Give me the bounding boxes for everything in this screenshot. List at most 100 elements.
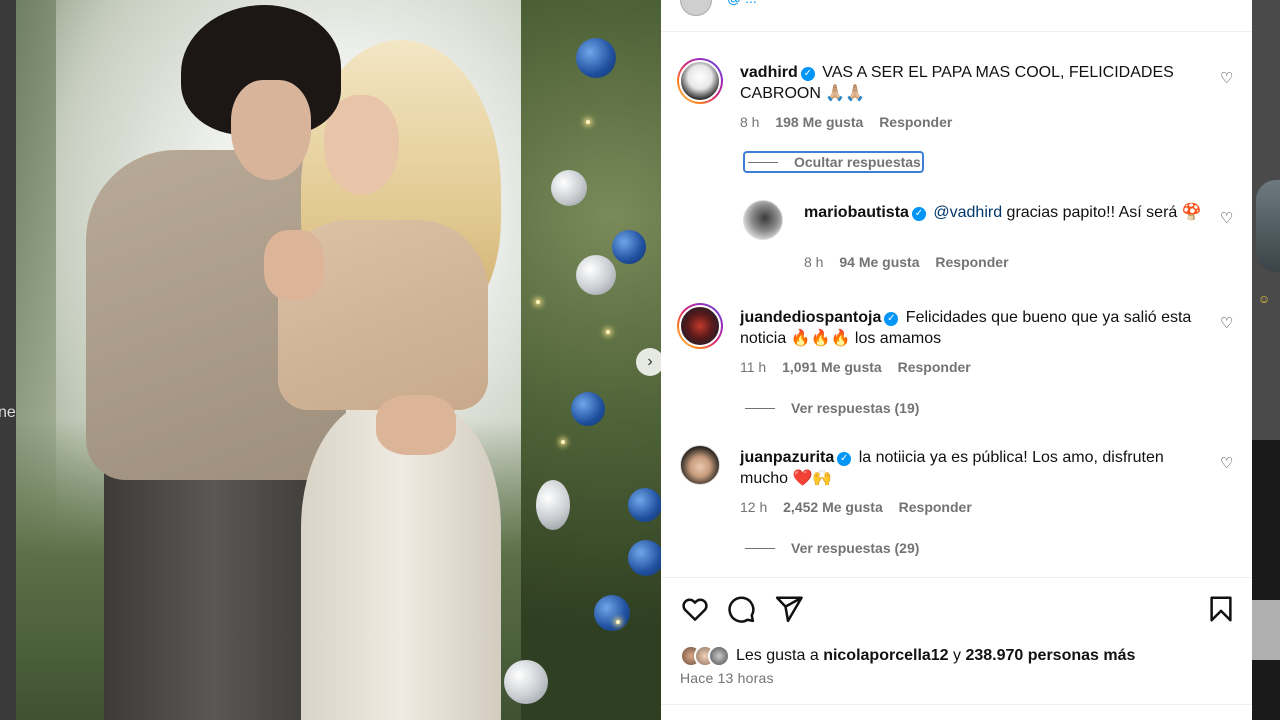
hand	[264, 230, 324, 300]
comment-body: juandediospantoja ✓ Felicidades que bueno…	[740, 307, 1210, 349]
comment-likes[interactable]: 2,452 Me gusta	[783, 499, 883, 515]
backdrop-left	[0, 0, 16, 720]
ornament	[576, 38, 616, 78]
ornament	[571, 392, 605, 426]
tree-light	[536, 300, 540, 304]
save-button[interactable]	[1206, 594, 1236, 624]
reply-button[interactable]: Responder	[935, 254, 1008, 270]
ornament	[551, 170, 587, 206]
ornament	[536, 480, 570, 530]
reply-button[interactable]: Responder	[899, 499, 972, 515]
man-face	[231, 80, 311, 180]
heart-icon	[682, 598, 708, 621]
dash	[748, 161, 778, 163]
verified-icon: ✓	[800, 67, 815, 81]
backdrop-light-area	[1252, 600, 1280, 660]
reply-button[interactable]: Responder	[879, 114, 952, 130]
heart-icon: ♡	[1220, 315, 1234, 332]
comment-body: juanpazurita ✓ la notiicia ya es pública!…	[740, 447, 1210, 489]
heart-icon: ♡	[1220, 70, 1234, 87]
comment-username[interactable]: juandediospantoja	[740, 309, 881, 326]
comment-like-button[interactable]: ♡	[1220, 209, 1233, 227]
tree-light	[586, 120, 590, 124]
tree-light	[561, 440, 565, 444]
likes-count[interactable]: 238.970 personas más	[965, 647, 1135, 664]
comment-likes[interactable]: 94 Me gusta	[839, 254, 919, 270]
comment-meta: 11 h 1,091 Me gusta Responder	[740, 359, 983, 375]
likes-prefix: Les gusta a	[736, 647, 819, 664]
comment-body: vadhird ✓ VAS A SER EL PAPA MAS COOL, FEL…	[740, 62, 1210, 104]
comment-meta: 8 h 198 Me gusta Responder	[740, 114, 964, 130]
ornament	[628, 488, 661, 522]
comment-like-button[interactable]: ♡	[1220, 314, 1233, 332]
comment-time[interactable]: 11 h	[740, 359, 766, 375]
ornament	[628, 540, 661, 576]
comment-meta: 8 h 94 Me gusta Responder	[804, 254, 1021, 270]
view-replies-toggle[interactable]: Ver respuestas (19)	[745, 400, 919, 416]
likes-summary[interactable]: Les gusta a nicolaporcella12 y 238.970 p…	[680, 644, 1135, 668]
comment-username[interactable]: juanpazurita	[740, 449, 834, 466]
replies-toggle-label: Ver respuestas (29)	[791, 540, 920, 556]
comment-like-button[interactable]: ♡	[1220, 454, 1233, 472]
backdrop-avatar	[1256, 180, 1280, 272]
comment-time[interactable]: 12 h	[740, 499, 767, 515]
avatar	[680, 0, 712, 16]
heart-icon: ♡	[1220, 210, 1234, 227]
comment-likes[interactable]: 198 Me gusta	[775, 114, 863, 130]
tree-light	[606, 330, 610, 334]
comment-like-button[interactable]: ♡	[1220, 69, 1233, 87]
hand	[376, 395, 456, 455]
send-icon	[775, 596, 803, 623]
backdrop-right: ☺	[1252, 0, 1280, 720]
ornament	[504, 660, 548, 704]
dash	[745, 547, 775, 549]
top-partial-text: @ ...	[727, 0, 757, 6]
likes-text: Les gusta a nicolaporcella12 y 238.970 p…	[736, 647, 1135, 665]
action-bar	[680, 594, 1236, 624]
comment-text: gracias papito!! Así será 🍄	[1006, 204, 1202, 221]
comment-button[interactable]	[726, 594, 756, 624]
heart-icon: ♡	[1220, 455, 1234, 472]
post-timestamp[interactable]: Hace 13 horas	[680, 670, 774, 686]
hide-replies-toggle[interactable]: Ocultar respuestas	[743, 151, 924, 173]
verified-icon: ✓	[837, 452, 852, 466]
comment-username[interactable]: vadhird	[740, 64, 798, 81]
woman-face	[324, 95, 399, 195]
avatar	[708, 645, 730, 667]
comment-meta: 12 h 2,452 Me gusta Responder	[740, 499, 984, 515]
reply-button[interactable]: Responder	[898, 359, 971, 375]
tree-light	[616, 620, 620, 624]
backdrop-dark-area	[1252, 440, 1280, 720]
comment-time[interactable]: 8 h	[804, 254, 823, 270]
comment-icon	[728, 596, 755, 623]
bookmark-icon	[1210, 596, 1232, 622]
ornament	[594, 595, 630, 631]
avatar[interactable]	[677, 58, 723, 104]
ornament	[612, 230, 646, 264]
likes-user[interactable]: nicolaporcella12	[823, 647, 948, 664]
like-button[interactable]	[680, 594, 710, 624]
verified-icon: ✓	[884, 312, 899, 326]
divider	[661, 31, 1252, 32]
avatar[interactable]	[677, 303, 723, 349]
divider	[661, 704, 1252, 705]
avatar[interactable]	[680, 445, 720, 485]
likes-middle: y	[953, 647, 962, 664]
next-photo-button[interactable]: ›	[636, 348, 661, 376]
chevron-right-icon: ›	[647, 353, 653, 370]
ornament	[576, 255, 616, 295]
mention-link[interactable]: @vadhird	[933, 204, 1002, 221]
man-trousers	[104, 470, 324, 720]
comment-time[interactable]: 8 h	[740, 114, 759, 130]
comment-username[interactable]: mariobautista	[804, 204, 909, 221]
replies-toggle-label: Ocultar respuestas	[794, 154, 921, 170]
replies-toggle-label: Ver respuestas (19)	[791, 400, 920, 416]
view-replies-toggle[interactable]: Ver respuestas (29)	[745, 540, 919, 556]
comment-likes[interactable]: 1,091 Me gusta	[782, 359, 882, 375]
share-button[interactable]	[774, 594, 804, 624]
avatar[interactable]	[743, 200, 783, 240]
divider	[661, 577, 1252, 578]
comment-body: mariobautista ✓ @vadhird gracias papito!!…	[804, 202, 1210, 223]
post-photo[interactable]: ›	[16, 0, 661, 720]
comments-panel: @ ... vadhird✓ VAS A SER EL PAPA MAS COO…	[661, 0, 1252, 720]
